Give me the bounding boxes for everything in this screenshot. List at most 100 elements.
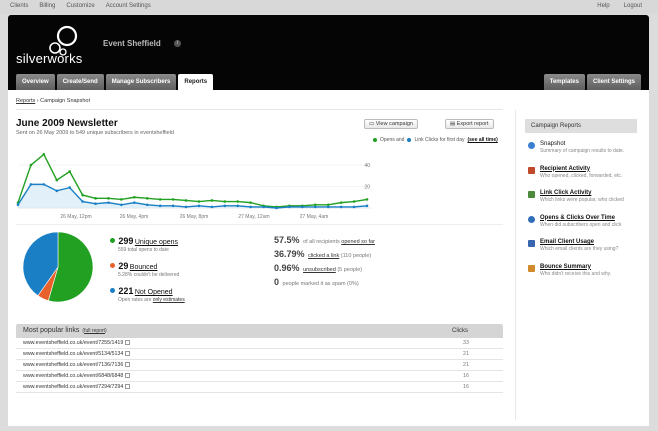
link-clicks: 16	[463, 384, 469, 390]
link-url-text[interactable]: www.eventsheffield.co.uk/event/7294/7294	[23, 384, 123, 390]
sidebar-item-desc: Who didn't receive this and why.	[540, 270, 612, 277]
rate-clicked-suffix: (110 people)	[340, 253, 372, 259]
nav-account-settings-link[interactable]: Account Settings	[106, 3, 151, 9]
tab-manage-subscribers[interactable]: Manage Subscribers	[105, 74, 177, 90]
table-title: Most popular links (full report)	[23, 324, 107, 338]
sidebar-item-desc: Summary of campaign results to date.	[540, 148, 625, 154]
external-link-icon[interactable]	[125, 351, 131, 356]
opens-point	[107, 197, 110, 200]
clicks-point	[210, 205, 214, 209]
nav-help-link[interactable]: Help	[597, 3, 609, 9]
view-campaign-icon: ▭	[369, 121, 376, 127]
opened-so-far-link[interactable]: opened so far	[341, 239, 375, 245]
nav-logout-link[interactable]: Logout	[624, 3, 642, 9]
link-clicks: 16	[463, 373, 469, 379]
clicks-point	[171, 204, 175, 208]
full-report-link[interactable]: full report	[84, 328, 105, 334]
breadcrumb-reports-link[interactable]: Reports	[16, 98, 35, 104]
table-row: www.eventsheffield.co.uk/event/7255/1419…	[16, 338, 503, 349]
unique-opens-link[interactable]: Unique opens	[135, 239, 178, 246]
opens-point	[29, 163, 33, 167]
sidebar-item-label[interactable]: Recipient Activity	[540, 166, 637, 172]
view-campaign-button[interactable]: ▭ View campaign	[364, 119, 418, 129]
rate-clicked: 36.79% clicked a link (110 people)	[274, 249, 371, 259]
sidebar-item-desc: When did subscribers open and click	[540, 221, 622, 228]
sidebar-item-link-click-activity[interactable]: Link Click Activity Which links were pop…	[525, 190, 637, 215]
view-campaign-label: View campaign	[375, 121, 413, 127]
opens-point	[68, 170, 72, 173]
link-url: www.eventsheffield.co.uk/event/7255/1419	[23, 338, 131, 349]
link-url: www.eventsheffield.co.uk/event/6848/6848	[23, 371, 131, 382]
external-link-icon[interactable]	[125, 373, 131, 378]
breadcrumb: Reports › Campaign Snapshot	[16, 98, 90, 104]
delivery-pie-chart	[22, 231, 94, 303]
tab-reports[interactable]: Reports	[178, 74, 214, 90]
opens-point	[133, 195, 136, 199]
link-url: www.eventsheffield.co.uk/event/7136/7136	[23, 360, 131, 371]
bounce-icon	[528, 264, 535, 272]
link-url-text[interactable]: www.eventsheffield.co.uk/event/7136/7136	[23, 362, 123, 368]
client-info-icon[interactable]: i	[174, 40, 181, 47]
link-url-text[interactable]: www.eventsheffield.co.uk/event/7255/1419	[23, 340, 123, 346]
sidebar-item-label[interactable]: Opens & Clicks Over Time	[540, 215, 637, 221]
stat-opens: 299 Unique opens 559 total opens to date	[110, 236, 178, 253]
only-estimates-link[interactable]: only estimates	[153, 297, 185, 303]
campaign-subtitle: Sent on 26 May 2009 to 549 unique subscr…	[16, 130, 174, 136]
bounced-link[interactable]: Bounced	[130, 264, 158, 271]
chart-legend: Opens and Link Clicks for first day (see…	[373, 137, 498, 143]
tab-create-send[interactable]: Create/Send	[56, 74, 104, 90]
nav-billing-link[interactable]: Billing	[39, 3, 55, 9]
unsubscribed-link[interactable]: unsubscribed	[303, 267, 336, 273]
sidebar-item-bounce-summary[interactable]: Bounce Summary Who didn't receive this a…	[525, 264, 637, 289]
sidebar-title: Campaign Reports	[525, 119, 637, 133]
full-report-wrap: (full report)	[82, 328, 107, 334]
table-row: www.eventsheffield.co.uk/event/5134/5134…	[16, 349, 503, 360]
table-row: www.eventsheffield.co.uk/event/7136/7136…	[16, 360, 503, 371]
sidebar-item-label[interactable]: Email Client Usage	[540, 239, 637, 245]
opens-point	[158, 198, 162, 201]
clicks-point	[120, 203, 123, 207]
link-icon	[528, 191, 535, 198]
sidebar-item-label[interactable]: Link Click Activity	[540, 190, 637, 196]
tab-client-settings[interactable]: Client Settings	[586, 74, 641, 90]
opens-point	[55, 178, 59, 182]
opens-legend-dot	[373, 138, 377, 142]
opens-color-dot	[110, 238, 115, 243]
clicked-a-link-link[interactable]: clicked a link	[308, 253, 339, 259]
opens-point	[339, 201, 343, 204]
clicks-point	[326, 205, 330, 209]
tab-templates[interactable]: Templates	[543, 74, 585, 90]
sidebar-item-recipient-activity[interactable]: Recipient Activity Who opened, clicked, …	[525, 166, 637, 191]
external-link-icon[interactable]	[125, 384, 131, 389]
sidebar-item-email-client-usage[interactable]: Email Client Usage Which email clients a…	[525, 239, 637, 264]
bounced-subtext: 5.28% couldn't be delivered	[118, 272, 180, 278]
link-url: www.eventsheffield.co.uk/event/5134/5134	[23, 349, 131, 360]
clicks-point	[236, 204, 240, 208]
link-url-text[interactable]: www.eventsheffield.co.uk/event/6848/6848	[23, 373, 123, 379]
secondary-tabs: Templates Client Settings	[543, 74, 641, 90]
top-navigation: Clients Billing Customize Account Settin…	[0, 0, 658, 14]
opens-point	[184, 199, 188, 202]
export-report-button[interactable]: ▤ Export report	[445, 119, 494, 129]
link-url-text[interactable]: www.eventsheffield.co.uk/event/5134/5134	[23, 351, 123, 357]
clicks-point	[145, 203, 149, 207]
legend-opens-label: Opens and	[380, 137, 405, 143]
nav-customize-link[interactable]: Customize	[66, 3, 94, 9]
opens-point	[145, 197, 149, 200]
opens-point	[120, 198, 123, 201]
external-link-icon[interactable]	[125, 362, 131, 367]
external-link-icon[interactable]	[125, 340, 131, 345]
sidebar-item-snapshot[interactable]: Snapshot Summary of campaign results to …	[525, 141, 637, 166]
legend-clicks-label: Link Clicks for first day	[414, 137, 465, 143]
not-opened-link[interactable]: Not Opened	[135, 289, 173, 296]
sidebar-item-opens-clicks-over-time[interactable]: Opens & Clicks Over Time When did subscr…	[525, 215, 637, 240]
tab-overview[interactable]: Overview	[16, 74, 55, 90]
nav-clients-link[interactable]: Clients	[10, 3, 28, 9]
not-opened-subtext: Open rates are only estimates	[118, 297, 185, 303]
see-all-time-link[interactable]: (see all time)	[467, 137, 497, 143]
sidebar-item-label[interactable]: Bounce Summary	[540, 264, 637, 270]
sidebar-item-desc: Who opened, clicked, forwarded, etc.	[540, 172, 623, 179]
stat-bounced: 29 Bounced 5.28% couldn't be delivered	[110, 261, 179, 278]
divider	[16, 109, 503, 110]
breadcrumb-current: Campaign Snapshot	[40, 98, 91, 104]
